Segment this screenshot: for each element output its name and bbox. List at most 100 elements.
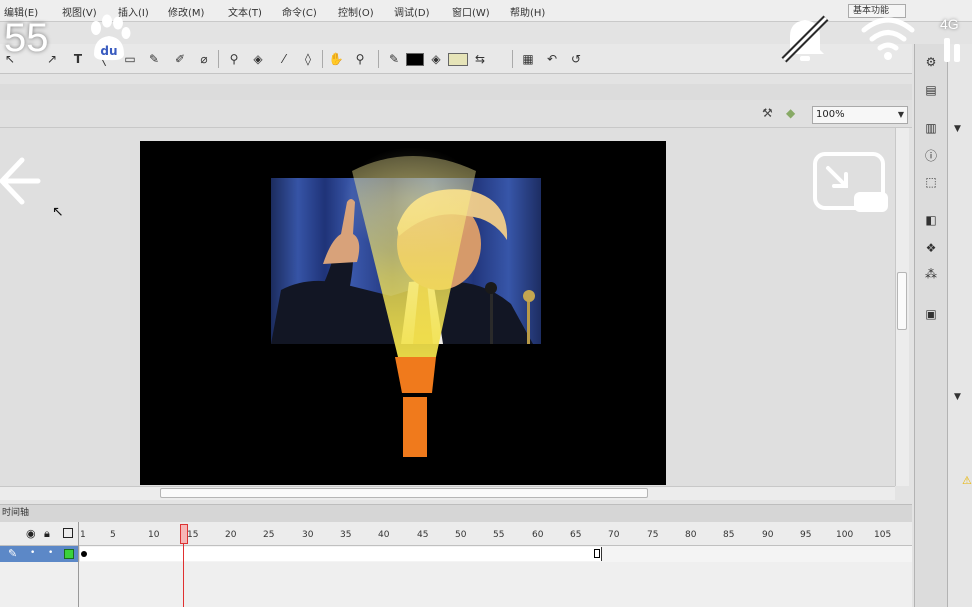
transform-panel-icon[interactable]: ⬚	[922, 174, 940, 190]
svg-text:du: du	[100, 44, 117, 58]
signal-bar	[954, 44, 960, 62]
menu-window[interactable]: 窗口(W)	[452, 4, 490, 19]
baidu-paw-icon: du	[91, 14, 131, 61]
motion-presets-icon[interactable]: ▣	[922, 306, 940, 322]
paint-bucket-icon[interactable]: ◈	[250, 51, 266, 67]
frame-number: 25	[263, 530, 275, 540]
zoom-value: 100%	[816, 109, 845, 120]
zoom-select[interactable]: 100% ▼	[812, 106, 908, 124]
deco-tool-icon[interactable]: ⌀	[196, 51, 212, 67]
layers-divider	[78, 546, 79, 607]
swatches-panel-icon[interactable]: ❖	[922, 240, 940, 256]
snap-icon[interactable]: ▦	[520, 51, 536, 67]
panel-strip	[0, 84, 912, 100]
properties-panel-collapsed[interactable]: ▼ ▼ ⚠	[948, 44, 972, 607]
frame-number: 5	[110, 530, 116, 540]
library-panel-icon[interactable]: ▤	[922, 82, 940, 98]
frame-number: 55	[493, 530, 505, 540]
frame-number: 35	[340, 530, 352, 540]
flashlight-graphic[interactable]	[140, 141, 666, 485]
info-panel-icon[interactable]: ⓘ	[922, 148, 940, 164]
components-panel-icon[interactable]: ⁂	[922, 266, 940, 282]
menu-control[interactable]: 控制(O)	[338, 4, 374, 19]
vertical-scroll-thumb[interactable]	[897, 272, 907, 330]
mouse-cursor-icon: ↖	[52, 204, 64, 220]
frame-number: 100	[836, 530, 854, 540]
end-frame-marker[interactable]	[594, 549, 600, 558]
edit-bar: ⚒ ◆	[0, 100, 912, 128]
toolbar-separator	[512, 50, 513, 68]
arrow-left-icon[interactable]	[0, 150, 42, 212]
properties-panel-icon[interactable]: ⚙	[922, 54, 940, 70]
toolbar-separator	[218, 50, 219, 68]
flashlight-head	[395, 357, 436, 393]
layer-row[interactable]: ✎ • •	[0, 546, 78, 562]
frame-number: 90	[762, 530, 774, 540]
stroke-color-pencil-icon[interactable]: ✎	[386, 51, 402, 67]
frame-number: 65	[570, 530, 582, 540]
pencil-icon: ✎	[8, 547, 18, 560]
flashlight-handle	[403, 397, 427, 457]
frame-number: 95	[800, 530, 812, 540]
layer-outline-color[interactable]	[64, 549, 74, 559]
straighten-icon[interactable]: ↺	[568, 51, 584, 67]
chevron-down-icon[interactable]: ▼	[954, 392, 961, 402]
show-hide-eye-icon[interactable]: ◉	[26, 527, 36, 540]
menu-modify[interactable]: 修改(M)	[168, 4, 204, 19]
keyframe-marker[interactable]	[81, 551, 87, 557]
frame-number: 60	[532, 530, 544, 540]
picture-in-picture-icon[interactable]	[812, 150, 892, 216]
chevron-down-icon[interactable]: ▼	[954, 124, 961, 134]
playhead-line	[183, 544, 184, 607]
color-panel-icon[interactable]: ◧	[922, 212, 940, 228]
timeline-panel-header[interactable]: 时间轴	[0, 504, 912, 522]
fill-bucket-icon[interactable]: ◈	[428, 51, 444, 67]
playhead[interactable]	[180, 524, 188, 544]
timeline-title: 时间轴	[2, 508, 30, 518]
align-panel-icon[interactable]: ▥	[922, 120, 940, 136]
wifi-icon	[861, 17, 915, 60]
eyedropper-tool-icon[interactable]: ⁄	[276, 51, 292, 67]
flashlight-beam	[352, 156, 476, 357]
text-tool-icon[interactable]: T	[70, 51, 86, 67]
frame-number: 105	[874, 530, 892, 540]
keyframe-span[interactable]	[80, 547, 602, 561]
pencil-tool-icon[interactable]: ✎	[146, 51, 162, 67]
frame-number: 75	[647, 530, 659, 540]
menu-help[interactable]: 帮助(H)	[510, 4, 545, 19]
network-type: 4G	[940, 16, 959, 32]
frame-number: 30	[302, 530, 314, 540]
bone-tool-icon[interactable]: ⚲	[226, 51, 242, 67]
frame-number: 20	[225, 530, 237, 540]
stroke-color-swatch[interactable]	[406, 53, 424, 66]
lock-icon[interactable]: 🔒︎	[44, 527, 50, 541]
smooth-icon[interactable]: ↶	[544, 51, 560, 67]
toolbar-separator	[378, 50, 379, 68]
swap-colors-icon[interactable]: ⇆	[472, 51, 488, 67]
menu-text[interactable]: 文本(T)	[228, 4, 262, 19]
edit-scene-icon[interactable]: ⚒	[762, 106, 773, 120]
menu-commands[interactable]: 命令(C)	[282, 4, 317, 19]
signal-bar	[944, 38, 950, 62]
lock-dot-icon[interactable]: •	[48, 548, 53, 558]
horizontal-scroll-thumb[interactable]	[160, 488, 648, 498]
frame-number: 80	[685, 530, 697, 540]
visibility-dot-icon[interactable]: •	[30, 548, 35, 558]
frame-number: 50	[455, 530, 467, 540]
frame-number: 45	[417, 530, 429, 540]
fill-color-swatch[interactable]	[448, 53, 468, 66]
warning-icon: ⚠	[962, 474, 972, 487]
ruler-divider	[78, 522, 79, 546]
frame-number: 15	[187, 530, 199, 540]
menu-debug[interactable]: 调试(D)	[394, 4, 430, 19]
frame-number: 85	[723, 530, 735, 540]
outline-icon[interactable]	[63, 528, 73, 538]
timeline-empty-area	[0, 562, 912, 607]
brush-tool-icon[interactable]: ✐	[172, 51, 188, 67]
edit-symbols-icon[interactable]: ◆	[786, 106, 795, 120]
eraser-tool-icon[interactable]: ◊	[300, 51, 316, 67]
zoom-tool-icon[interactable]: ⚲	[352, 51, 368, 67]
frame-number: 10	[148, 530, 160, 540]
hand-tool-icon[interactable]: ✋	[328, 51, 344, 67]
chevron-down-icon: ▼	[897, 110, 904, 119]
